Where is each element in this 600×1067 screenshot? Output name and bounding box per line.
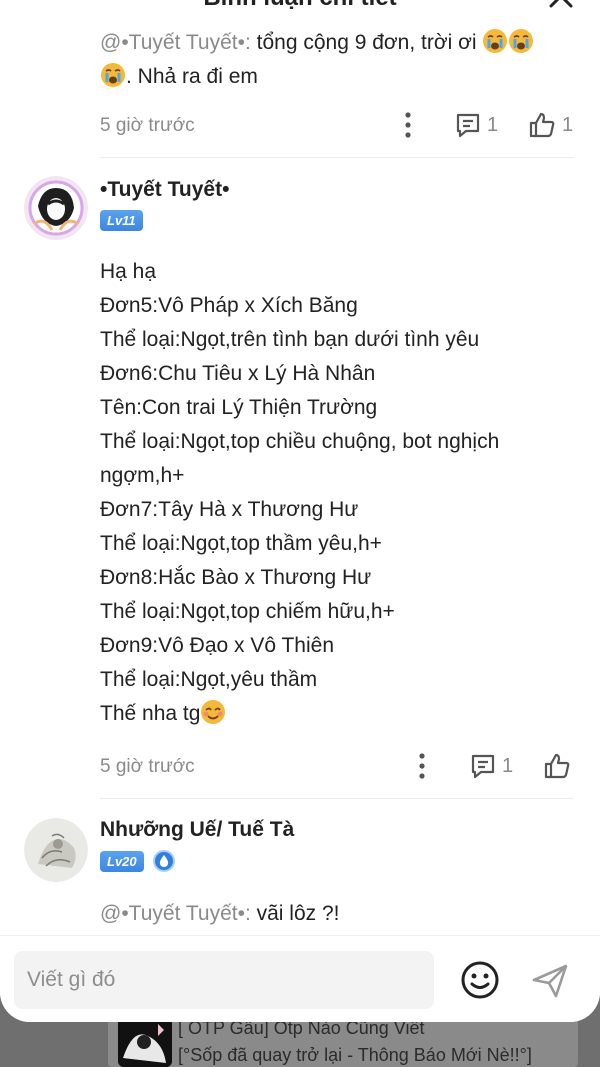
comment-icon: [471, 754, 495, 779]
username[interactable]: Nhưỡng Uế/ Tuế Tà: [100, 818, 294, 842]
more-options-icon[interactable]: [404, 112, 412, 138]
comment-line: Đơn8:Hắc Bào x Thương Hư: [100, 566, 372, 589]
comment-body: @•Tuyết Tuyết•: vãi lôz ?!: [100, 897, 580, 931]
avatar[interactable]: [24, 818, 88, 882]
divider: [100, 157, 574, 158]
comment-line: Tên:Con trai Lý Thiện Trường: [100, 396, 378, 419]
like-count: 1: [562, 113, 574, 136]
comment-input[interactable]: [14, 951, 434, 1009]
comment-line: Thể loại:Ngọt,top chiếm hữu,h+: [100, 600, 395, 623]
emoji-picker-icon[interactable]: [460, 960, 500, 1000]
background-post-subtitle: [°Sốp đã quay trở lại - Thông Báo Mới Nè…: [178, 1045, 532, 1065]
blushing-smile-emoji-icon: [201, 700, 226, 724]
comment-line: Thể loại:Ngọt,top chiều chuộng, bot nghị…: [100, 430, 500, 453]
comment-text: tổng cộng 9 đơn, trời ơi: [250, 31, 483, 54]
comment-body: @•Tuyết Tuyết•: tổng cộng 9 đơn, trời ơi…: [100, 26, 580, 94]
crying-emoji-icon: [509, 29, 534, 53]
reply-button[interactable]: 1: [455, 111, 498, 139]
mention-link[interactable]: @•Tuyết Tuyết•:: [100, 902, 251, 925]
thumbs-up-icon: [544, 753, 570, 779]
comment-line-last: Thế nha tg: [100, 697, 580, 731]
comment-detail-sheet: Bình luận chi tiết @•Tuyết Tuyết•: tổng …: [0, 0, 600, 1022]
comment-text: . Nhả ra đi em: [126, 65, 258, 88]
comment-line: Thể loại:Ngọt,trên tình bạn dưới tình yê…: [100, 328, 480, 351]
comment-body: Hạ hạ Đơn5:Vô Pháp x Xích Băng Thể loại:…: [100, 255, 580, 731]
send-icon[interactable]: [528, 958, 572, 1002]
reply-button[interactable]: 1: [470, 752, 513, 780]
page-title: Bình luận chi tiết: [0, 0, 600, 18]
water-drop-icon: [153, 850, 175, 872]
reply-count: 1: [502, 754, 514, 777]
username[interactable]: •Tuyết Tuyết•: [100, 178, 229, 202]
comment-line: Thể loại:Ngọt,yêu thầm: [100, 668, 318, 691]
comment-input-bar: [0, 935, 600, 1022]
avatar[interactable]: [24, 176, 88, 240]
level-badge: Lv20: [100, 851, 144, 872]
thumbs-up-icon: [529, 112, 555, 138]
comment-meta: 5 giờ trước 1: [100, 752, 574, 782]
comment-meta: 5 giờ trước 1 1: [100, 111, 574, 141]
comment-text: vãi lôz ?!: [250, 902, 340, 925]
reply-count: 1: [487, 113, 499, 136]
close-icon[interactable]: [546, 0, 576, 14]
comment-line: Đơn7:Tây Hà x Thương Hư: [100, 498, 359, 521]
mention-link[interactable]: @•Tuyết Tuyết•:: [100, 31, 251, 54]
comment-line: Đơn6:Chu Tiêu x Lý Hà Nhân: [100, 362, 376, 385]
comment-line: Thể loại:Ngọt,top thầm yêu,h+: [100, 532, 382, 555]
divider: [100, 798, 574, 799]
comment-line: ngợm,h+: [100, 464, 185, 487]
like-button[interactable]: [543, 752, 571, 780]
comment-line: Đơn9:Vô Đạo x Vô Thiên: [100, 634, 335, 657]
comment-line: Hạ hạ: [100, 260, 157, 283]
crying-emoji-icon: [101, 63, 125, 87]
crying-emoji-icon: [483, 29, 508, 53]
more-options-icon[interactable]: [418, 753, 426, 779]
like-button[interactable]: 1: [528, 111, 573, 139]
comment-text: Thế nha tg: [100, 702, 201, 725]
background-post-thumbnail: [118, 1018, 172, 1067]
comment-time: 5 giờ trước: [100, 756, 195, 777]
comment-line: Đơn5:Vô Pháp x Xích Băng: [100, 294, 358, 317]
level-badge: Lv11: [100, 210, 143, 231]
comment-time: 5 giờ trước: [100, 115, 195, 136]
comment-icon: [456, 113, 480, 138]
